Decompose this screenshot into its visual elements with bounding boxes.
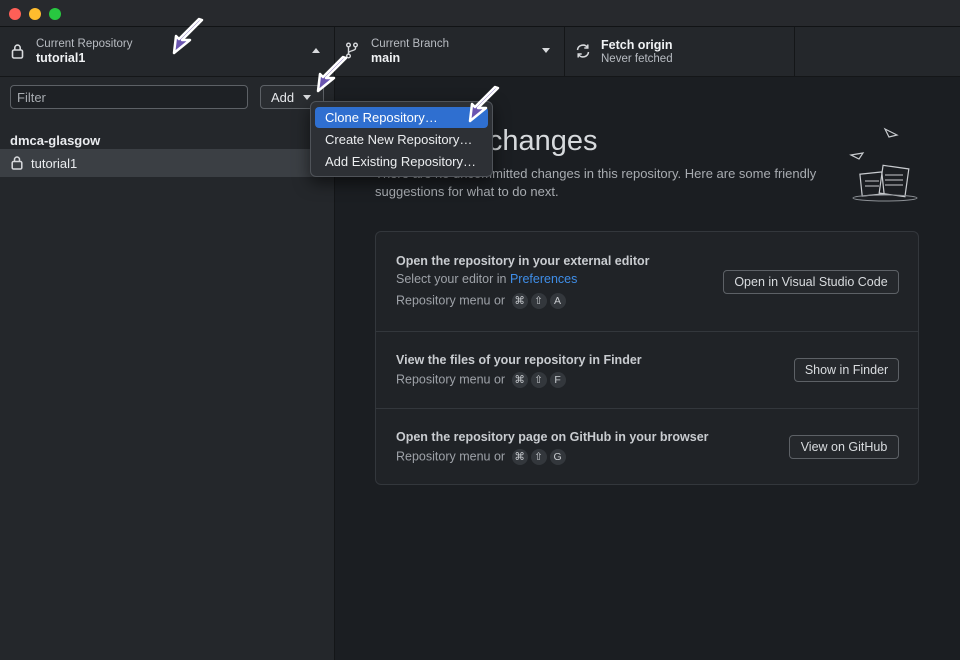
current-branch-label: Current Branch — [371, 38, 449, 50]
shortcut-prefix: Repository menu or — [396, 293, 506, 308]
repository-sidebar: Add dmca-glasgow tutorial1 — [0, 77, 335, 660]
shift-key: ⇧ — [530, 372, 547, 388]
letter-key: A — [549, 293, 566, 309]
shortcut-prefix: Repository menu or — [396, 372, 506, 387]
current-repository-value: tutorial1 — [36, 51, 86, 65]
suggestion-shortcut: Repository menu or ⌘ ⇧ G — [396, 449, 566, 465]
letter-key: G — [549, 449, 566, 465]
fetch-status: Never fetched — [601, 53, 673, 65]
view-on-github-button[interactable]: View on GitHub — [789, 435, 899, 459]
suggestions-card: Open the repository in your external edi… — [375, 231, 919, 485]
suggestion-open-editor: Open the repository in your external edi… — [376, 232, 918, 332]
suggestion-title: View the files of your repository in Fin… — [396, 353, 642, 367]
command-key: ⌘ — [511, 372, 528, 388]
current-branch-button[interactable]: Current Branch main — [335, 27, 565, 76]
suggestion-title: Open the repository page on GitHub in yo… — [396, 430, 709, 444]
lock-icon — [11, 156, 23, 170]
preferences-link[interactable]: Preferences — [510, 272, 577, 286]
shortcut-prefix: Repository menu or — [396, 449, 506, 464]
toolbar: Current Repository tutorial1 Current Bra… — [0, 27, 960, 77]
zoom-window-button[interactable] — [49, 8, 61, 20]
current-branch-value: main — [371, 51, 401, 65]
repository-group-title: dmca-glasgow — [10, 133, 101, 148]
suggestion-view-on-github: Open the repository page on GitHub in yo… — [376, 409, 918, 484]
show-in-finder-button[interactable]: Show in Finder — [794, 358, 899, 382]
create-new-repository-menu-item[interactable]: Create New Repository… — [315, 129, 488, 150]
command-key: ⌘ — [511, 449, 528, 465]
current-repository-label: Current Repository — [36, 38, 133, 50]
close-window-button[interactable] — [9, 8, 21, 20]
sync-icon — [576, 44, 590, 58]
suggestion-shortcut: Repository menu or ⌘ ⇧ F — [396, 372, 566, 388]
shift-key: ⇧ — [530, 449, 547, 465]
repository-list-item[interactable]: tutorial1 — [0, 149, 334, 177]
minimize-window-button[interactable] — [29, 8, 41, 20]
title-bar — [0, 0, 960, 27]
chevron-down-icon — [542, 48, 550, 53]
suggestion-title: Open the repository in your external edi… — [396, 254, 650, 268]
description-line-2: suggestions for what to do next. — [375, 184, 559, 199]
fetch-origin-button[interactable]: Fetch origin Never fetched — [565, 27, 795, 76]
suggestion-subtitle-text: Select your editor in — [396, 272, 510, 286]
filter-input[interactable] — [10, 85, 248, 109]
letter-key: F — [549, 372, 566, 388]
command-key: ⌘ — [511, 293, 528, 309]
shift-key: ⇧ — [530, 293, 547, 309]
empty-state-illustration — [849, 127, 918, 202]
suggestion-subtitle: Select your editor in Preferences — [396, 272, 577, 286]
add-button-label: Add — [271, 90, 295, 105]
suggestion-show-in-finder: View the files of your repository in Fin… — [376, 332, 918, 409]
fetch-origin-label: Fetch origin — [601, 38, 673, 52]
repository-name: tutorial1 — [31, 156, 78, 171]
suggestion-shortcut: Repository menu or ⌘ ⇧ A — [396, 293, 566, 309]
lock-icon — [11, 44, 24, 59]
annotation-arrow-icon — [468, 85, 500, 123]
open-in-vscode-button[interactable]: Open in Visual Studio Code — [723, 270, 899, 294]
add-existing-repository-menu-item[interactable]: Add Existing Repository… — [315, 151, 488, 172]
annotation-arrow-icon — [172, 17, 204, 55]
annotation-arrow-icon — [316, 55, 348, 93]
